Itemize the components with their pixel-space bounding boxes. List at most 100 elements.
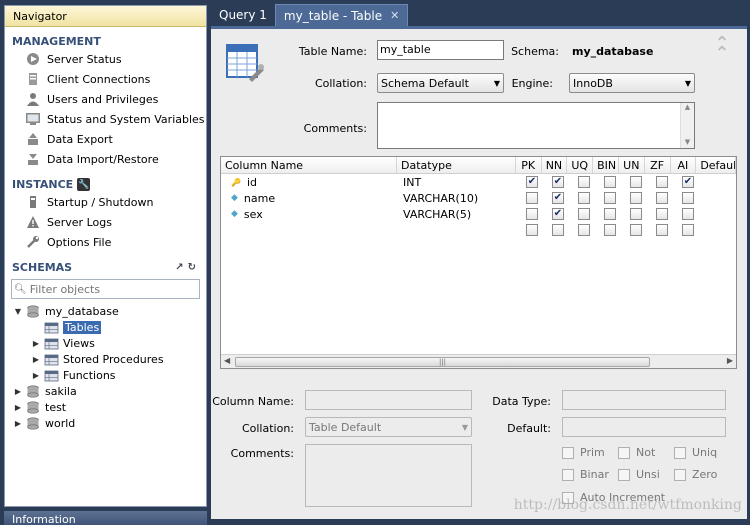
uq-checkbox[interactable] [578,176,590,188]
column-header-uq[interactable]: UQ [567,157,594,173]
schema-sakila[interactable]: ▶ sakila [13,383,206,399]
column-header-default[interactable]: Default [696,157,736,173]
collapsed-arrow-icon[interactable]: ▶ [13,419,23,428]
column-row[interactable] [221,222,736,238]
zerofill-checkbox[interactable]: Zero [674,468,717,481]
scroll-right-icon[interactable]: ▶ [727,356,733,365]
filter-objects-input[interactable] [29,282,195,296]
uq-checkbox[interactable] [578,224,590,236]
tree-item-functions[interactable]: ▶ Functions [13,367,206,383]
collapsed-arrow-icon[interactable]: ▶ [31,371,41,380]
column-name-input[interactable] [305,390,472,410]
refresh-schemas-icon[interactable]: ↻ [188,262,196,273]
nn-checkbox[interactable]: ✔ [552,176,564,188]
column-name-cell[interactable] [221,222,399,238]
unsigned-checkbox[interactable]: Unsi [618,468,660,481]
nn-checkbox[interactable]: ✔ [552,208,564,220]
horizontal-scrollbar[interactable]: ◀ ||| ▶ [221,354,736,368]
datatype-cell[interactable] [399,222,519,238]
comments-scrollbar[interactable]: ▲ ▼ [680,103,694,148]
zf-checkbox[interactable] [656,224,668,236]
tab-query-1[interactable]: Query 1 [211,4,275,26]
un-checkbox[interactable] [630,208,642,220]
pk-checkbox[interactable] [526,224,538,236]
un-checkbox[interactable] [630,192,642,204]
nn-checkbox[interactable]: ✔ [552,192,564,204]
collapsed-arrow-icon[interactable]: ▶ [31,355,41,364]
scroll-left-icon[interactable]: ◀ [224,356,230,365]
binary-checkbox[interactable]: Binar [562,468,609,481]
column-row[interactable]: 🔑 id INT ✔ ✔ ✔ [221,174,736,190]
expand-schemas-icon[interactable]: ↗ [175,262,183,273]
prim-checkbox[interactable]: Prim [562,446,605,459]
column-row[interactable]: ◆ sex VARCHAR(5) ✔ [221,206,736,222]
tree-item-views[interactable]: ▶ Views [13,335,206,351]
bin-checkbox[interactable] [604,192,616,204]
management-item-status-and-system-variables[interactable]: Status and System Variables [5,109,206,129]
information-panel-tab[interactable]: Information [4,511,207,525]
column-header-pk[interactable]: PK [516,157,542,173]
datatype-cell[interactable]: INT [399,174,519,190]
scrollbar-thumb[interactable]: ||| [235,357,650,367]
column-collation-select[interactable]: Table Default ▼ [305,417,472,437]
schema-test[interactable]: ▶ test [13,399,206,415]
bin-checkbox[interactable] [604,224,616,236]
collapse-header-icon[interactable]: ⌃ ⌃ [711,35,733,63]
ai-checkbox[interactable] [682,192,694,204]
bin-checkbox[interactable] [604,208,616,220]
datatype-cell[interactable]: VARCHAR(5) [399,206,519,222]
tree-item-stored-procedures[interactable]: ▶ Stored Procedures [13,351,206,367]
column-header-zf[interactable]: ZF [645,157,671,173]
zf-checkbox[interactable] [656,192,668,204]
column-header-datatype[interactable]: Datatype [397,157,516,173]
management-item-client-connections[interactable]: Client Connections [5,69,206,89]
management-item-data-import-restore[interactable]: Data Import/Restore [5,149,206,169]
column-header-column-name[interactable]: Column Name [221,157,398,173]
collation-select[interactable]: Schema Default ▼ [377,73,504,93]
pk-checkbox[interactable]: ✔ [526,176,538,188]
nn-checkbox[interactable] [552,224,564,236]
not-null-checkbox[interactable]: Not [618,446,655,459]
table-name-input[interactable]: my_table [377,40,504,60]
instance-item-startup-shutdown[interactable]: Startup / Shutdown [5,192,206,212]
datatype-cell[interactable]: VARCHAR(10) [399,190,519,206]
tab-my-table[interactable]: my_table - Table ✕ [274,4,409,26]
instance-item-options-file[interactable]: Options File [5,232,206,252]
management-item-data-export[interactable]: Data Export [5,129,206,149]
bin-checkbox[interactable] [604,176,616,188]
management-item-server-status[interactable]: Server Status [5,49,206,69]
comments-textarea[interactable]: ▲ ▼ [377,102,695,149]
column-comments-textarea[interactable] [305,444,472,507]
collapsed-arrow-icon[interactable]: ▶ [31,339,41,348]
column-header-ai[interactable]: AI [671,157,697,173]
management-item-users-and-privileges[interactable]: Users and Privileges [5,89,206,109]
schema-world[interactable]: ▶ world [13,415,206,431]
unique-checkbox[interactable]: Uniq [674,446,717,459]
ai-checkbox[interactable]: ✔ [682,176,694,188]
tree-item-tables[interactable]: Tables [13,319,206,335]
collapsed-arrow-icon[interactable]: ▶ [13,403,23,412]
column-header-bin[interactable]: BIN [593,157,619,173]
column-row[interactable]: ◆ name VARCHAR(10) ✔ [221,190,736,206]
expanded-arrow-icon[interactable]: ▼ [13,307,23,316]
data-type-input[interactable] [562,390,726,410]
engine-select[interactable]: InnoDB ▼ [569,73,695,93]
column-header-un[interactable]: UN [619,157,645,173]
zf-checkbox[interactable] [656,176,668,188]
uq-checkbox[interactable] [578,208,590,220]
un-checkbox[interactable] [630,224,642,236]
column-header-nn[interactable]: NN [542,157,568,173]
schema-my_database[interactable]: ▼ my_database [13,303,206,319]
column-name-cell[interactable]: ◆ name [221,190,399,206]
uq-checkbox[interactable] [578,192,590,204]
zf-checkbox[interactable] [656,208,668,220]
column-name-cell[interactable]: ◆ sex [221,206,399,222]
collapsed-arrow-icon[interactable]: ▶ [13,387,23,396]
pk-checkbox[interactable] [526,208,538,220]
un-checkbox[interactable] [630,176,642,188]
close-icon[interactable]: ✕ [390,9,399,22]
ai-checkbox[interactable] [682,208,694,220]
column-name-cell[interactable]: 🔑 id [221,174,399,190]
instance-item-server-logs[interactable]: Server Logs [5,212,206,232]
pk-checkbox[interactable] [526,192,538,204]
